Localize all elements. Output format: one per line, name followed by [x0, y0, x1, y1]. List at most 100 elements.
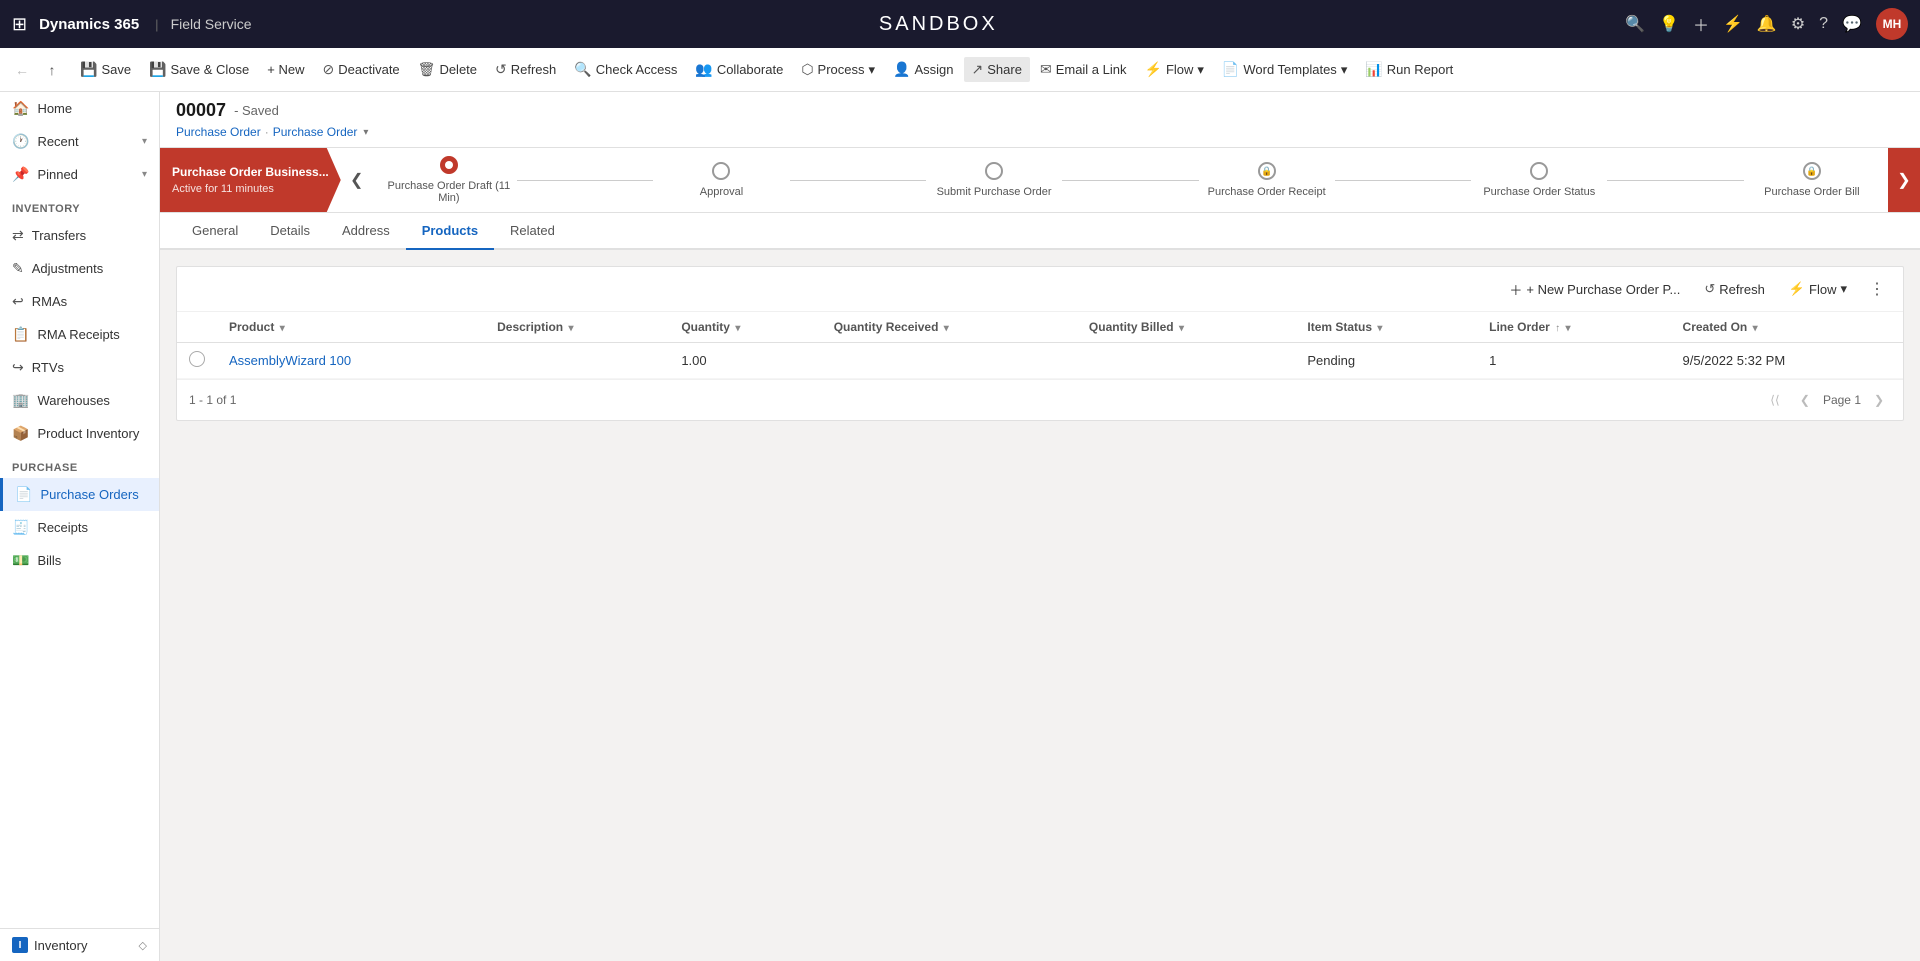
record-number: 00007: [176, 100, 226, 121]
assign-button[interactable]: 👤 Assign: [885, 57, 961, 82]
product-inventory-icon: 📦: [12, 425, 29, 442]
check-access-button[interactable]: 🔍 Check Access: [566, 57, 685, 82]
line-order-sort-icon2: ▾: [1566, 323, 1571, 334]
process-prev-button[interactable]: ❮: [341, 148, 373, 212]
first-page-button[interactable]: ⟨⟨: [1763, 388, 1787, 412]
product-link[interactable]: AssemblyWizard 100: [229, 353, 351, 368]
save-close-button[interactable]: 💾 Save & Close: [141, 57, 257, 82]
sidebar-item-purchase-orders[interactable]: 📄 Purchase Orders: [0, 478, 159, 511]
table-row: AssemblyWizard 100 1.00 Pending 1 9/5/20…: [177, 343, 1903, 379]
col-quantity-received[interactable]: Quantity Received ▾: [822, 312, 1077, 343]
stage-receipt[interactable]: Purchase Order Receipt: [1199, 162, 1335, 198]
new-purchase-order-product-button[interactable]: ＋ + New Purchase Order P...: [1501, 276, 1688, 303]
collaborate-icon: 👥: [695, 61, 712, 78]
tab-related[interactable]: Related: [494, 213, 571, 250]
row-checkbox[interactable]: [189, 351, 205, 367]
sidebar-bottom-inventory[interactable]: I Inventory ◇: [0, 928, 159, 961]
settings-icon[interactable]: ⚙: [1791, 14, 1805, 34]
sidebar-item-adjustments[interactable]: ✎ Adjustments: [0, 252, 159, 285]
sidebar-item-receipts[interactable]: 🧾 Receipts: [0, 511, 159, 544]
chat-icon[interactable]: 💬: [1842, 14, 1862, 34]
back-button[interactable]: ←: [8, 56, 36, 84]
cell-description: [485, 343, 669, 379]
col-quantity[interactable]: Quantity ▾: [669, 312, 821, 343]
refresh-button[interactable]: ↺ Refresh: [487, 57, 564, 82]
stage-receipt-circle: [1258, 162, 1276, 180]
stage-submit[interactable]: Submit Purchase Order: [926, 162, 1062, 198]
grid-menu-icon[interactable]: ⊞: [12, 14, 27, 35]
forward-button[interactable]: ↑: [38, 56, 66, 84]
new-label: + New: [267, 62, 304, 77]
subgrid-flow-button[interactable]: ⚡ Flow ▾: [1781, 277, 1855, 301]
process-button[interactable]: ⬡ Process ▾: [793, 57, 883, 82]
filter-icon[interactable]: ⚡: [1723, 14, 1743, 34]
sidebar-item-rtvs[interactable]: ↪ RTVs: [0, 351, 159, 384]
bills-icon: 💵: [12, 552, 29, 569]
stage-draft[interactable]: Purchase Order Draft (11 Min): [381, 156, 517, 204]
save-button[interactable]: 💾 Save: [72, 57, 139, 82]
pinned-expand-icon: ▾: [142, 169, 147, 180]
breadcrumb: Purchase Order · Purchase Order ▾: [176, 125, 1904, 139]
next-page-button[interactable]: ❯: [1867, 388, 1891, 412]
collaborate-button[interactable]: 👥 Collaborate: [687, 57, 791, 82]
sidebar-item-pinned[interactable]: 📌 Pinned ▾: [0, 158, 159, 191]
header-row: Product ▾ Description ▾ Quantity ▾ Qua: [177, 312, 1903, 343]
stage-bill[interactable]: Purchase Order Bill: [1744, 162, 1880, 198]
col-description[interactable]: Description ▾: [485, 312, 669, 343]
plus-icon[interactable]: ＋: [1693, 12, 1709, 36]
tab-address[interactable]: Address: [326, 213, 406, 250]
stage-status-circle: [1530, 162, 1548, 180]
process-next-button[interactable]: ❯: [1888, 148, 1920, 212]
subgrid-more-button[interactable]: ⋮: [1863, 275, 1891, 303]
tab-products[interactable]: Products: [406, 213, 494, 250]
col-line-order[interactable]: Line Order ↑ ▾: [1477, 312, 1670, 343]
active-stage[interactable]: Purchase Order Business... Active for 11…: [160, 148, 341, 212]
table-body: AssemblyWizard 100 1.00 Pending 1 9/5/20…: [177, 343, 1903, 379]
email-link-label: Email a Link: [1056, 62, 1127, 77]
col-quantity-billed[interactable]: Quantity Billed ▾: [1077, 312, 1295, 343]
breadcrumb-type[interactable]: Purchase Order: [176, 125, 261, 139]
lightbulb-icon[interactable]: 💡: [1659, 14, 1679, 34]
stage-approval[interactable]: Approval: [653, 162, 789, 198]
col-item-status[interactable]: Item Status ▾: [1295, 312, 1477, 343]
prev-page-button[interactable]: ❮: [1793, 388, 1817, 412]
sidebar-item-transfers[interactable]: ⇄ Transfers: [0, 219, 159, 252]
sidebar-item-rmas[interactable]: ↩ RMAs: [0, 285, 159, 318]
tabs-bar: General Details Address Products Related: [160, 213, 1920, 250]
breadcrumb-dropdown-icon[interactable]: ▾: [363, 127, 368, 138]
new-button[interactable]: + New: [259, 58, 312, 81]
inventory-bottom-icon: I: [12, 937, 28, 953]
record-status: - Saved: [234, 103, 279, 118]
tab-details[interactable]: Details: [254, 213, 326, 250]
share-button[interactable]: ↗ Share: [964, 57, 1030, 82]
delete-button[interactable]: 🗑 Delete: [410, 57, 485, 82]
run-report-label: Run Report: [1387, 62, 1453, 77]
tab-general[interactable]: General: [176, 213, 254, 250]
question-icon[interactable]: ?: [1819, 15, 1828, 33]
subgrid-flow-dropdown: ▾: [1840, 281, 1847, 297]
subgrid-refresh-button[interactable]: ↺ Refresh: [1696, 277, 1772, 301]
sidebar-item-rma-receipts[interactable]: 📋 RMA Receipts: [0, 318, 159, 351]
sidebar-item-home[interactable]: 🏠 Home: [0, 92, 159, 125]
sidebar-item-recent[interactable]: 🕐 Recent ▾: [0, 125, 159, 158]
col-product[interactable]: Product ▾: [217, 312, 485, 343]
sidebar-item-product-inventory[interactable]: 📦 Product Inventory: [0, 417, 159, 450]
breadcrumb-link[interactable]: Purchase Order: [273, 125, 358, 139]
run-report-button[interactable]: 📊 Run Report: [1357, 57, 1461, 82]
sidebar-item-warehouses[interactable]: 🏢 Warehouses: [0, 384, 159, 417]
sidebar-item-bills[interactable]: 💵 Bills: [0, 544, 159, 577]
bell-icon[interactable]: 🔔: [1757, 14, 1777, 34]
col-created-on[interactable]: Created On ▾: [1671, 312, 1903, 343]
stage-status[interactable]: Purchase Order Status: [1471, 162, 1607, 198]
deactivate-button[interactable]: ⊘ Deactivate: [315, 57, 408, 82]
avatar[interactable]: MH: [1876, 8, 1908, 40]
search-icon[interactable]: 🔍: [1625, 14, 1645, 34]
breadcrumb-separator: ·: [265, 125, 269, 139]
flow-button[interactable]: ⚡ Flow ▾: [1137, 57, 1212, 82]
brand-label: Dynamics 365: [39, 16, 139, 33]
collaborate-label: Collaborate: [717, 62, 784, 77]
word-templates-button[interactable]: 📄 Word Templates ▾: [1214, 57, 1355, 82]
word-templates-dropdown-icon: ▾: [1341, 62, 1348, 78]
email-link-button[interactable]: ✉ Email a Link: [1032, 57, 1135, 82]
stage-approval-label: Approval: [700, 186, 743, 198]
